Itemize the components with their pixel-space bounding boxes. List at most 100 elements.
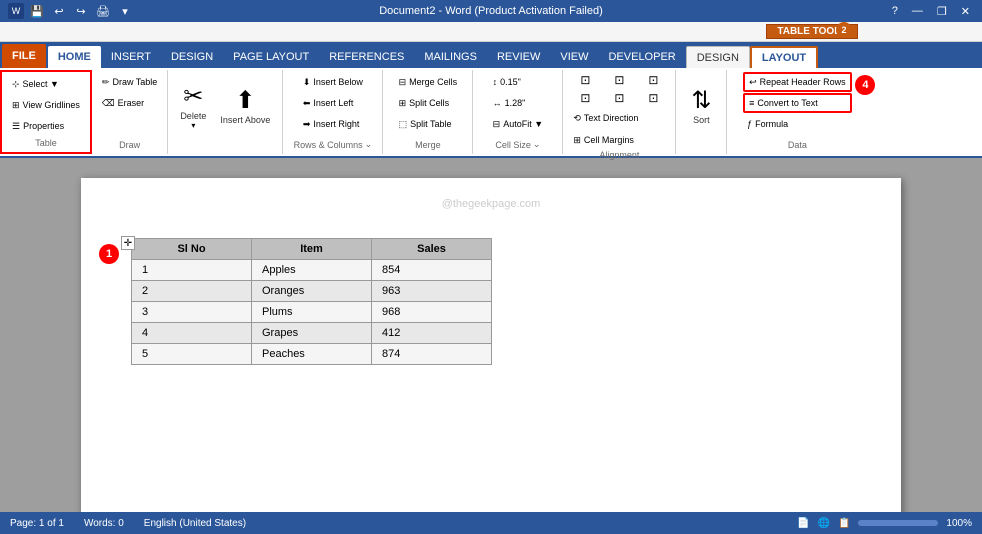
watermark: @thegeekpage.com xyxy=(442,198,541,210)
eraser-icon: ⌫ xyxy=(102,98,115,109)
merge-cells-button[interactable]: ⊟ Merge Cells xyxy=(395,72,462,92)
width-input[interactable]: ↔ 1.28" xyxy=(489,93,547,113)
restore-button[interactable]: ❐ xyxy=(933,5,951,18)
table-group-label: Table xyxy=(8,138,84,150)
select-button[interactable]: ⊹ Select ▼ xyxy=(8,74,84,94)
tab-references[interactable]: REFERENCES xyxy=(319,46,414,68)
table-cell: Peaches xyxy=(252,344,372,365)
draw-table-icon: ✏ xyxy=(102,77,110,88)
tab-home[interactable]: HOME xyxy=(48,46,101,68)
merge-cells-icon: ⊟ xyxy=(399,77,407,88)
tab-developer[interactable]: DEVELOPER xyxy=(598,46,685,68)
tab-insert[interactable]: INSERT xyxy=(101,46,161,68)
split-table-button[interactable]: ⬚ Split Table xyxy=(395,114,462,134)
table-cell: 4 xyxy=(132,323,252,344)
formula-button[interactable]: ƒ Formula xyxy=(743,114,852,134)
table-cell: 874 xyxy=(372,344,492,365)
height-input[interactable]: ↕ 0.15" xyxy=(489,72,547,92)
ribbon-group-cell-size: ↕ 0.15" ↔ 1.28" ⊟ AutoFit ▼ Cell Size ⌄ xyxy=(473,70,563,154)
table-group-content: ⊹ Select ▼ ⊞ View Gridlines ☰ Properties xyxy=(8,74,84,138)
undo-qa-icon[interactable]: ↩ xyxy=(50,2,68,20)
insert-right-icon: ➡ xyxy=(303,119,311,130)
split-table-icon: ⬚ xyxy=(399,119,408,130)
align-top-right-button[interactable]: ⊡ xyxy=(637,72,669,88)
page-status: Page: 1 of 1 xyxy=(10,518,64,529)
word-icon: W xyxy=(8,3,24,19)
ribbon-tabs: FILE HOME INSERT DESIGN PAGE LAYOUT REFE… xyxy=(0,42,982,68)
view-gridlines-button[interactable]: ⊞ View Gridlines xyxy=(8,95,84,115)
insert-above-button[interactable]: ⬆ Insert Above xyxy=(214,72,276,142)
eraser-button[interactable]: ⌫ Eraser xyxy=(98,93,161,113)
draw-table-button[interactable]: ✏ Draw Table xyxy=(98,72,161,92)
zoom-slider[interactable] xyxy=(858,520,938,526)
table-cell: 3 xyxy=(132,302,252,323)
sort-button[interactable]: ⇅ Sort xyxy=(682,72,720,142)
minimize-button[interactable]: — xyxy=(908,5,927,17)
insert-below-button[interactable]: ⬇ Insert Below xyxy=(299,72,367,92)
align-mid-right-button[interactable]: ⊡ xyxy=(637,90,669,106)
cell-margins-button[interactable]: ⊞ Cell Margins xyxy=(569,130,669,150)
tab-mailings[interactable]: MAILINGS xyxy=(414,46,487,68)
callout-1-badge: 1 xyxy=(99,244,119,264)
ribbon-group-rows-cols: ⬇ Insert Below ⬅ Insert Left ➡ Insert Ri… xyxy=(283,70,383,154)
delete-button[interactable]: ✂ Delete ▾ xyxy=(174,72,212,142)
help-button[interactable]: ? xyxy=(888,5,902,17)
view-icon-outline[interactable]: 📋 xyxy=(838,518,850,529)
save-qa-icon[interactable]: 💾 xyxy=(28,2,46,20)
cell-size-expand-icon[interactable]: ⌄ xyxy=(533,139,541,150)
formula-icon: ƒ xyxy=(747,119,752,129)
ribbon-group-merge: ⊟ Merge Cells ⊞ Split Cells ⬚ Split Tabl… xyxy=(383,70,473,154)
insert-left-button[interactable]: ⬅ Insert Left xyxy=(299,93,367,113)
tab-page-layout[interactable]: PAGE LAYOUT xyxy=(223,46,319,68)
properties-button[interactable]: ☰ Properties xyxy=(8,116,84,136)
table-cell: 968 xyxy=(372,302,492,323)
view-icon-web[interactable]: 🌐 xyxy=(818,518,830,529)
ribbon-group-delete: ✂ Delete ▾ ⬆ Insert Above xyxy=(168,70,283,154)
select-icon: ⊹ xyxy=(12,79,20,90)
table-move-handle[interactable]: ✛ xyxy=(121,236,135,250)
text-direction-icon: ⟲ xyxy=(573,113,581,124)
customize-qa-icon[interactable]: ▾ xyxy=(116,2,134,20)
tab-table-layout[interactable]: LAYOUT xyxy=(750,46,818,68)
autofit-button[interactable]: ⊟ AutoFit ▼ xyxy=(489,114,547,134)
tab-table-design[interactable]: DESIGN xyxy=(686,46,750,68)
redo-qa-icon[interactable]: ↪ xyxy=(72,2,90,20)
print-qa-icon[interactable]: 🖨 xyxy=(94,2,112,20)
data-table: Sl No Item Sales 1Apples8542Oranges9633P… xyxy=(131,238,492,365)
insert-right-button[interactable]: ➡ Insert Right xyxy=(299,114,367,134)
delete-icon: ✂ xyxy=(183,85,203,109)
tab-file[interactable]: FILE xyxy=(2,44,46,68)
table-row: 1Apples854 xyxy=(132,260,492,281)
table-group-buttons: ⊹ Select ▼ ⊞ View Gridlines ☰ Properties xyxy=(8,74,84,136)
callout-2-badge: 2 xyxy=(836,22,852,38)
align-top-center-button[interactable]: ⊡ xyxy=(603,72,635,88)
merge-group-label: Merge xyxy=(389,140,466,152)
header-item: Item xyxy=(252,239,372,260)
tab-design[interactable]: DESIGN xyxy=(161,46,223,68)
align-mid-left-button[interactable]: ⊡ xyxy=(569,90,601,106)
convert-to-text-button[interactable]: ≡ Convert to Text xyxy=(743,93,852,113)
gridlines-icon: ⊞ xyxy=(12,100,20,111)
align-top-left-button[interactable]: ⊡ xyxy=(569,72,601,88)
words-status: Words: 0 xyxy=(84,518,124,529)
rows-cols-expand-icon[interactable]: ⌄ xyxy=(365,139,373,150)
ribbon-group-alignment: ⊡ ⊡ ⊡ ⊡ ⊡ ⊡ ⟲ Text Direction ⊞ Cell Marg… xyxy=(563,70,676,154)
delete-dropdown-icon: ▾ xyxy=(191,121,195,130)
status-right: 📄 🌐 📋 100% xyxy=(797,518,972,529)
table-cell: Plums xyxy=(252,302,372,323)
width-icon: ↔ xyxy=(493,98,502,108)
close-button[interactable]: ✕ xyxy=(957,5,974,18)
align-mid-center-button[interactable]: ⊡ xyxy=(603,90,635,106)
split-cells-button[interactable]: ⊞ Split Cells xyxy=(395,93,462,113)
text-direction-button[interactable]: ⟲ Text Direction xyxy=(569,108,669,128)
tab-review[interactable]: REVIEW xyxy=(487,46,550,68)
table-row: 5Peaches874 xyxy=(132,344,492,365)
data-group-label: Data xyxy=(733,140,861,152)
rows-cols-label: Rows & Columns ⌄ xyxy=(289,139,376,152)
tab-view[interactable]: VIEW xyxy=(550,46,598,68)
repeat-header-rows-button[interactable]: ↩ Repeat Header Rows xyxy=(743,72,852,92)
view-icon-print[interactable]: 📄 xyxy=(797,518,809,529)
alignment-group-label: Alignment xyxy=(569,150,669,162)
language-status: English (United States) xyxy=(144,518,246,529)
header-sales: Sales xyxy=(372,239,492,260)
